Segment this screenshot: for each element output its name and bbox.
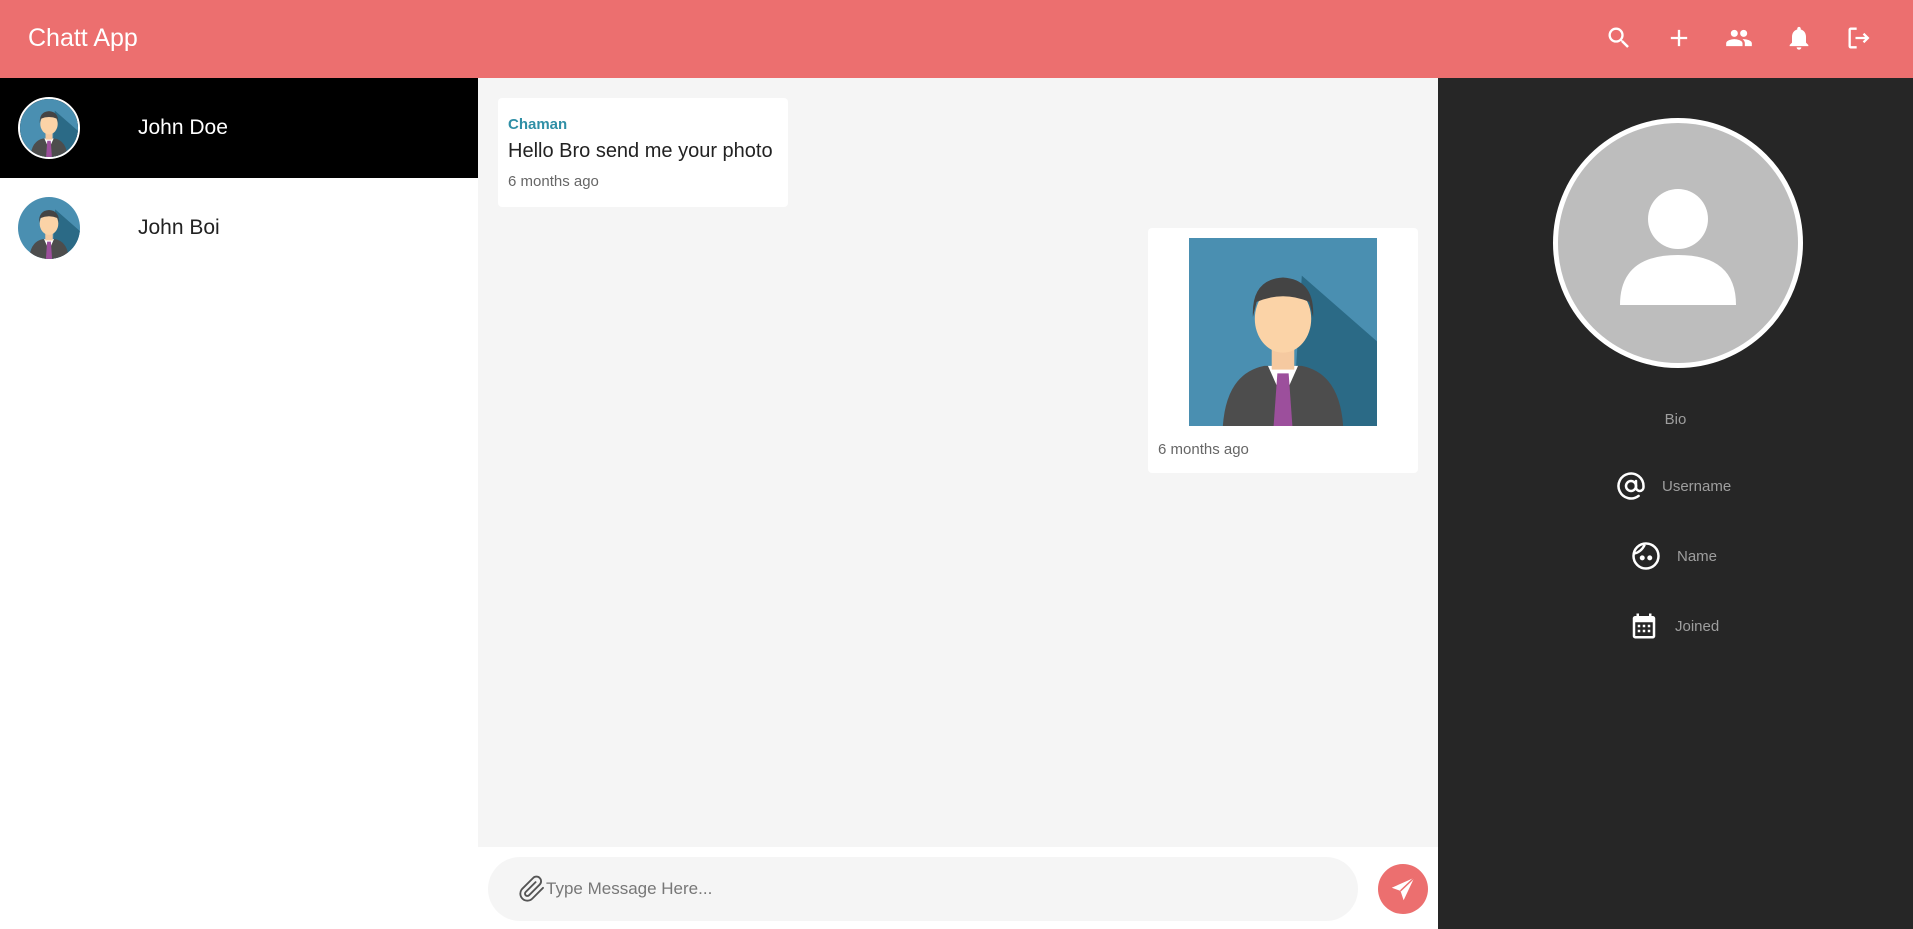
username-label: Username [1662, 477, 1732, 495]
joined-label: Joined [1675, 617, 1720, 635]
message-input[interactable] [546, 869, 1336, 909]
message-time: 6 months ago [1158, 441, 1249, 458]
avatar-image [20, 99, 78, 157]
send-icon [1391, 877, 1415, 901]
message-image[interactable] [1189, 238, 1377, 426]
person-icon [1620, 189, 1736, 305]
avatar-image [18, 197, 80, 259]
outgoing-message: 6 months ago [1148, 228, 1418, 473]
profile-avatar [1553, 118, 1803, 368]
contact-item-john-boi[interactable]: John Boi [0, 178, 478, 278]
search-icon [1608, 27, 1629, 48]
avatar [18, 97, 80, 159]
paperclip-icon [519, 875, 544, 902]
profile-username-row: Username [1616, 471, 1731, 501]
contact-item-john-doe[interactable]: John Doe [0, 78, 478, 178]
chat-area[interactable]: Chaman Hello Bro send me your photo 6 mo… [478, 78, 1438, 847]
contact-name: John Doe [138, 116, 228, 139]
at-sign-icon [1617, 472, 1645, 500]
toolbar-actions [1599, 18, 1879, 58]
message-time: 6 months ago [508, 173, 599, 190]
message-text: Hello Bro send me your photo [508, 140, 773, 162]
face-icon [1632, 542, 1660, 570]
photo-image [1189, 238, 1377, 426]
profile-panel: Bio Username Name Joined [1438, 78, 1913, 929]
group-button[interactable] [1719, 18, 1759, 58]
notifications-button[interactable] [1779, 18, 1819, 58]
app-bar: Chatt App [0, 0, 1913, 78]
logout-button[interactable] [1839, 18, 1879, 58]
profile-bio: Bio [1664, 411, 1687, 428]
add-button[interactable] [1659, 18, 1699, 58]
calendar-icon [1632, 613, 1656, 639]
name-label: Name [1677, 547, 1718, 565]
incoming-message: Chaman Hello Bro send me your photo 6 mo… [498, 98, 788, 207]
profile-joined-row: Joined [1629, 611, 1719, 641]
send-button[interactable] [1378, 864, 1428, 914]
profile-name-row: Name [1631, 541, 1717, 571]
avatar [18, 197, 80, 259]
logout-icon [1848, 27, 1870, 49]
add-icon [1670, 29, 1688, 47]
app-title: Chatt App [28, 24, 138, 52]
contact-name: John Boi [138, 216, 220, 239]
message-composer [478, 847, 1438, 929]
message-sender: Chaman [508, 116, 568, 133]
message-input-wrapper [488, 857, 1358, 921]
attach-button[interactable] [518, 875, 546, 903]
group-icon [1726, 29, 1752, 47]
search-button[interactable] [1599, 18, 1639, 58]
contacts-sidebar: John Doe John Boi [0, 78, 478, 929]
notifications-icon [1789, 26, 1809, 50]
